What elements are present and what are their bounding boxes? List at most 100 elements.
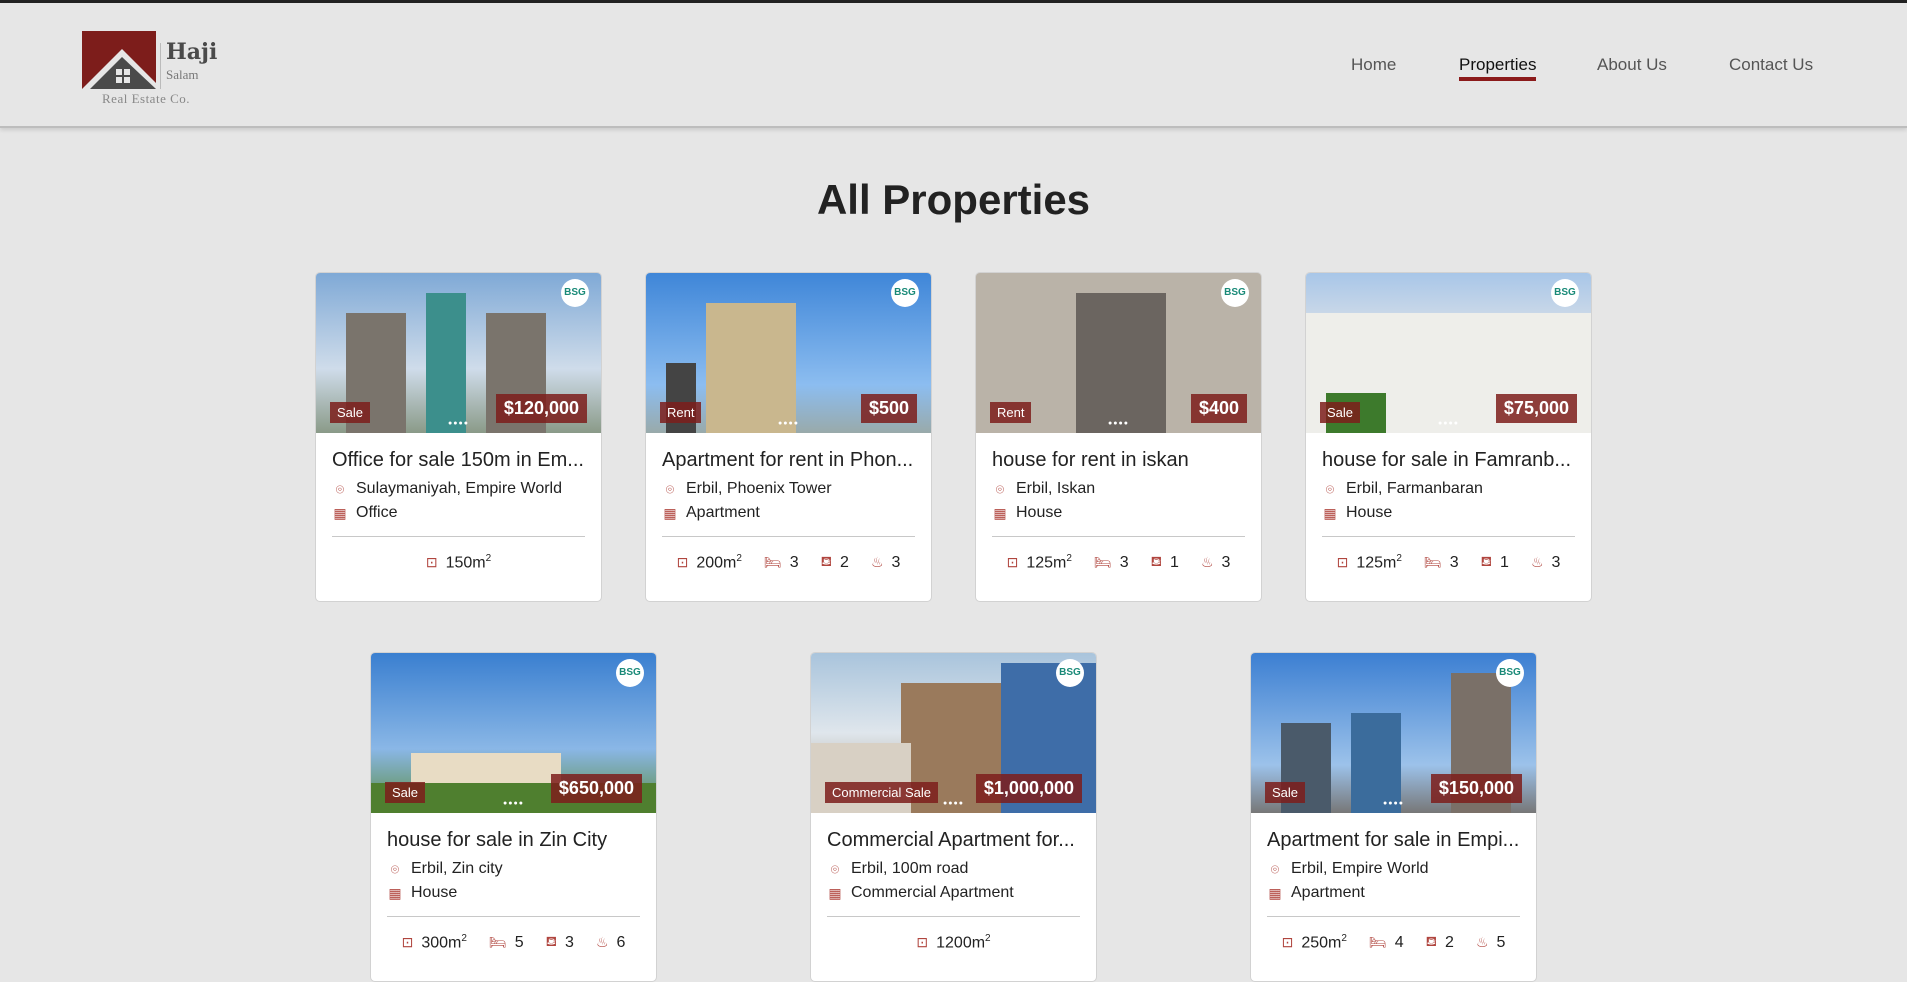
type-row: ▦ Apartment (1267, 884, 1520, 902)
nav-about-us[interactable]: About Us (1597, 55, 1667, 75)
carousel-dots[interactable]: ●●●● (778, 420, 799, 427)
property-title[interactable]: house for rent in iskan (992, 449, 1245, 472)
listing-type-badge: Commercial Sale (825, 782, 938, 803)
brand-name: Haji (166, 39, 218, 65)
property-image[interactable]: BSG Rent $400 ●●●● (976, 273, 1261, 433)
watermark-logo: BSG (561, 279, 589, 307)
property-title[interactable]: Apartment for sale in Empi... (1267, 829, 1520, 852)
site-header: Haji Salam Real Estate Co. Home Properti… (0, 3, 1907, 128)
living-stat: ⛾ 2 (821, 553, 849, 572)
property-title[interactable]: Apartment for rent in Phon... (662, 449, 915, 472)
beds-count: 3 (1449, 553, 1459, 571)
type-row: ▦ Apartment (662, 504, 915, 522)
area-stat: ⊡ 250m2 (1282, 933, 1347, 952)
property-card[interactable]: BSG Commercial Sale $1,000,000 ●●●● Commerci… (810, 652, 1097, 982)
property-card[interactable]: BSG Rent $400 ●●●● house for rent in iskan ⌾ E… (975, 272, 1262, 602)
property-image[interactable]: BSG Sale $75,000 ●●●● (1306, 273, 1591, 433)
beds-stat: 🛏︎ 3 (1094, 553, 1129, 572)
property-title[interactable]: Commercial Apartment for... (827, 829, 1080, 852)
living-count: 1 (1500, 553, 1509, 571)
living-stat: ⛾ 3 (546, 933, 574, 952)
stats-row: ⊡ 150m2 (332, 553, 585, 572)
nav-home[interactable]: Home (1351, 55, 1396, 75)
location-text: Erbil, Farmanbaran (1346, 480, 1483, 497)
building-icon: ▦ (828, 884, 842, 901)
armchair-icon: ⛾ (820, 553, 833, 570)
area-value: 200m2 (696, 553, 742, 572)
area-number: 125m (1356, 554, 1397, 572)
property-type: Commercial Apartment (851, 884, 1014, 901)
price-tag: $650,000 (550, 774, 642, 803)
property-image[interactable]: BSG Sale $150,000 ●●●● (1251, 653, 1536, 813)
divider (1267, 916, 1520, 917)
carousel-dots[interactable]: ●●●● (1383, 800, 1404, 807)
stats-row: ⊡ 300m2 🛏︎ 5 ⛾ 3 ♨︎ 6 (387, 933, 640, 952)
area-icon: ⊡ (916, 934, 929, 951)
baths-stat: ♨︎ 3 (871, 553, 900, 572)
card-body: Office for sale 150m in Em... ⌾ Sulaymaniy… (316, 449, 601, 572)
baths-count: 5 (1496, 933, 1506, 951)
card-body: house for sale in Famranb... ⌾ Erbil, Farm… (1306, 449, 1591, 572)
property-card[interactable]: BSG Sale $650,000 ●●●● house for sale in Zin… (370, 652, 657, 982)
building-icon: ▦ (663, 504, 677, 521)
price-tag: $120,000 (495, 394, 587, 423)
card-body: Apartment for rent in Phon... ⌾ Erbil, Pho… (646, 449, 931, 572)
carousel-dots[interactable]: ●●●● (503, 800, 524, 807)
price-tag: $1,000,000 (975, 774, 1082, 803)
carousel-dots[interactable]: ●●●● (943, 800, 964, 807)
building-shape (1076, 293, 1166, 433)
location-row: ⌾ Erbil, Iskan (992, 480, 1245, 498)
building-shape (706, 303, 796, 433)
location-text: Erbil, 100m road (851, 860, 969, 877)
house-logo-icon (82, 31, 158, 89)
property-card[interactable]: BSG Sale $150,000 ●●●● Apartment for sale in… (1250, 652, 1537, 982)
area-stat: ⊡ 150m2 (426, 553, 491, 572)
bed-icon: 🛏︎ (488, 934, 507, 951)
map-pin-icon: ⌾ (1270, 860, 1280, 877)
living-count: 1 (1170, 553, 1179, 571)
area-value: 250m2 (1301, 933, 1347, 952)
divider (827, 916, 1080, 917)
carousel-dots[interactable]: ●●●● (1438, 420, 1459, 427)
armchair-icon: ⛾ (1425, 933, 1438, 950)
property-image[interactable]: BSG Sale $650,000 ●●●● (371, 653, 656, 813)
watermark-logo: BSG (616, 659, 644, 687)
bathtub-icon: ♨︎ (1530, 554, 1544, 571)
property-card[interactable]: BSG Rent $500 ●●●● Apartment for rent in Pho… (645, 272, 932, 602)
property-card[interactable]: BSG Sale $120,000 ●●●● Office for sale 150m … (315, 272, 602, 602)
logo[interactable]: Haji Salam Real Estate Co. (80, 27, 220, 109)
property-image[interactable]: BSG Sale $120,000 ●●●● (316, 273, 601, 433)
nav-contact-us[interactable]: Contact Us (1729, 55, 1813, 75)
logo-divider (160, 43, 161, 89)
area-superscript: 2 (1396, 553, 1402, 564)
armchair-icon: ⛾ (1150, 553, 1163, 570)
property-title[interactable]: Office for sale 150m in Em... (332, 449, 585, 472)
card-body: Commercial Apartment for... ⌾ Erbil, 100m … (811, 829, 1096, 952)
property-image[interactable]: BSG Commercial Sale $1,000,000 ●●●● (811, 653, 1096, 813)
nav-properties[interactable]: Properties (1459, 55, 1537, 81)
area-icon: ⊡ (425, 554, 438, 571)
property-image[interactable]: BSG Rent $500 ●●●● (646, 273, 931, 433)
property-title[interactable]: house for sale in Famranb... (1322, 449, 1575, 472)
type-row: ▦ Office (332, 504, 585, 522)
listing-type-badge: Sale (1320, 402, 1361, 423)
price-tag: $75,000 (1495, 394, 1577, 423)
bathtub-icon: ♨︎ (870, 554, 884, 571)
watermark-logo: BSG (891, 279, 919, 307)
location-text: Erbil, Phoenix Tower (686, 480, 832, 497)
page-title: All Properties (816, 176, 1091, 223)
property-title[interactable]: house for sale in Zin City (387, 829, 640, 852)
carousel-dots[interactable]: ●●●● (1108, 420, 1129, 427)
area-stat: ⊡ 125m2 (1007, 553, 1072, 572)
type-row: ▦ House (1322, 504, 1575, 522)
area-icon: ⊡ (1006, 554, 1019, 571)
bathtub-icon: ♨︎ (1200, 554, 1214, 571)
bed-icon: 🛏︎ (1368, 934, 1387, 951)
listing-type-badge: Rent (660, 402, 702, 423)
property-card[interactable]: BSG Sale $75,000 ●●●● house for sale in Famr… (1305, 272, 1592, 602)
building-icon: ▦ (1268, 884, 1282, 901)
baths-stat: ♨︎ 3 (1201, 553, 1230, 572)
divider (332, 536, 585, 537)
location-row: ⌾ Erbil, 100m road (827, 860, 1080, 878)
carousel-dots[interactable]: ●●●● (448, 420, 469, 427)
